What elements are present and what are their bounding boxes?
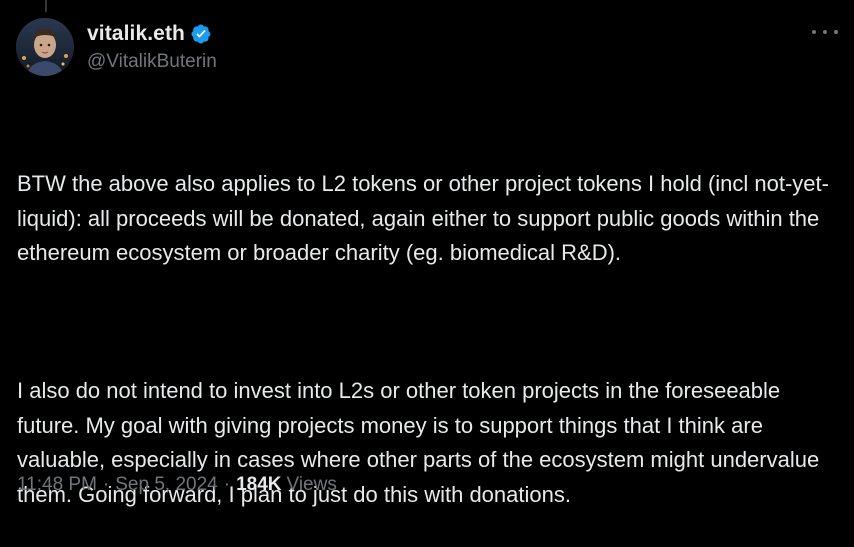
more-dot xyxy=(812,30,816,34)
tweet-meta: 11:48 PM · Sep 5, 2024 · 184K Views xyxy=(17,474,337,496)
author-handle[interactable]: @VitalikButerin xyxy=(87,51,217,73)
tweet-time[interactable]: 11:48 PM xyxy=(17,474,97,496)
more-horizontal-icon[interactable] xyxy=(812,26,838,38)
more-dot xyxy=(823,30,827,34)
verified-badge-icon[interactable] xyxy=(190,23,212,45)
avatar[interactable] xyxy=(16,18,74,76)
name-row: vitalik.eth xyxy=(87,19,217,49)
more-dot xyxy=(834,30,838,34)
tweet-paragraph: BTW the above also applies to L2 tokens … xyxy=(17,171,829,265)
thread-connector-line xyxy=(45,0,47,12)
views-label: Views xyxy=(286,474,337,495)
tweet-date[interactable]: Sep 5, 2024 xyxy=(115,474,217,496)
views-count[interactable]: 184K xyxy=(236,474,281,496)
author-display-name[interactable]: vitalik.eth xyxy=(87,22,185,46)
author-names: vitalik.eth @VitalikButerin xyxy=(87,19,217,73)
meta-separator: · xyxy=(223,474,231,495)
avatar-image xyxy=(16,18,74,76)
meta-separator: · xyxy=(102,474,110,495)
tweet-header: vitalik.eth @VitalikButerin xyxy=(16,18,838,78)
